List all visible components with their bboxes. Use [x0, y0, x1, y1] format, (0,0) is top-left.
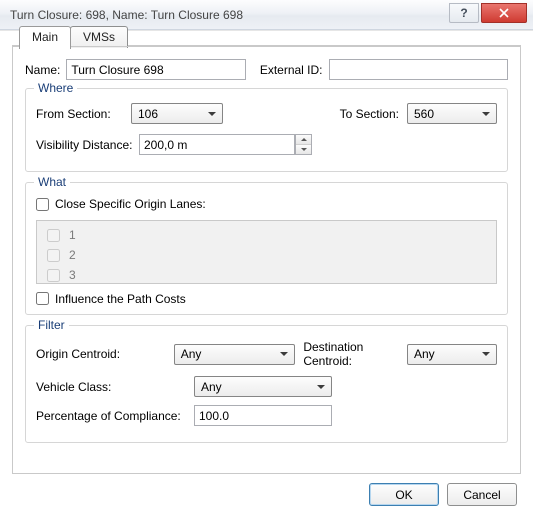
- chevron-down-icon: [204, 105, 220, 122]
- where-row-sections: From Section: 106 To Section: 560: [36, 103, 497, 124]
- percentage-compliance-label: Percentage of Compliance:: [36, 409, 194, 423]
- vehicle-class-label: Vehicle Class:: [36, 380, 194, 394]
- lane-item: 2: [43, 246, 490, 265]
- chevron-down-icon: [313, 378, 329, 395]
- influence-path-costs-label: Influence the Path Costs: [55, 292, 186, 306]
- lane-item: 3: [43, 266, 490, 285]
- cancel-label: Cancel: [463, 488, 500, 502]
- origin-centroid-select[interactable]: Any: [174, 344, 296, 365]
- name-label: Name:: [25, 63, 60, 77]
- external-id-input[interactable]: [329, 59, 508, 80]
- help-button[interactable]: ?: [449, 3, 479, 23]
- percentage-compliance-input[interactable]: [194, 405, 332, 426]
- from-section-label: From Section:: [36, 107, 131, 121]
- filter-legend: Filter: [34, 318, 69, 332]
- tab-label: VMSs: [83, 30, 115, 44]
- external-id-label: External ID:: [260, 63, 323, 77]
- close-icon: [499, 8, 509, 18]
- tab-strip: Main VMSs: [19, 26, 127, 48]
- destination-centroid-select[interactable]: Any: [407, 344, 497, 365]
- client-area: Main VMSs Name: External ID: Where From …: [0, 30, 533, 518]
- what-group: What Close Specific Origin Lanes: 1 2: [25, 182, 508, 315]
- lane-list: 1 2 3: [36, 220, 497, 284]
- destination-centroid-label: Destination Centroid:: [303, 340, 401, 368]
- name-input[interactable]: [66, 59, 245, 80]
- lane-label: 2: [69, 248, 76, 262]
- vehicle-class-select[interactable]: Any: [194, 376, 332, 397]
- name-row: Name: External ID:: [25, 59, 508, 80]
- close-lanes-label: Close Specific Origin Lanes:: [55, 197, 206, 211]
- tab-main[interactable]: Main: [19, 26, 71, 49]
- tab-panel-main: Name: External ID: Where From Section: 1…: [13, 46, 520, 473]
- from-section-select[interactable]: 106: [131, 103, 223, 124]
- to-section-label: To Section:: [340, 107, 399, 121]
- visibility-distance-input[interactable]: [139, 134, 295, 155]
- lane-1-checkbox: [47, 229, 60, 242]
- ok-button[interactable]: OK: [369, 483, 439, 506]
- ok-label: OK: [395, 488, 412, 502]
- lane-3-checkbox: [47, 269, 60, 282]
- tab-container: Main VMSs Name: External ID: Where From …: [12, 45, 521, 474]
- visibility-row: Visibility Distance:: [36, 134, 497, 155]
- spin-down-button[interactable]: [296, 145, 311, 154]
- lane-label: 3: [69, 268, 76, 282]
- where-legend: Where: [34, 81, 77, 95]
- to-section-value: 560: [414, 107, 434, 121]
- filter-group: Filter Origin Centroid: Any Destination …: [25, 325, 508, 443]
- close-lanes-input[interactable]: [36, 198, 49, 211]
- visibility-distance-spin: [139, 134, 312, 155]
- close-lanes-checkbox[interactable]: Close Specific Origin Lanes:: [36, 197, 206, 211]
- chevron-down-icon: [478, 105, 494, 122]
- tab-vmss[interactable]: VMSs: [70, 26, 128, 48]
- lane-item: 1: [43, 226, 490, 245]
- from-section-value: 106: [138, 107, 158, 121]
- lane-label: 1: [69, 228, 76, 242]
- window-title: Turn Closure: 698, Name: Turn Closure 69…: [10, 7, 449, 22]
- spin-up-button[interactable]: [296, 135, 311, 145]
- visibility-distance-label: Visibility Distance:: [36, 138, 131, 152]
- titlebar-buttons: ?: [449, 3, 533, 25]
- what-legend: What: [34, 175, 70, 189]
- vehicle-class-value: Any: [201, 380, 222, 394]
- destination-centroid-value: Any: [414, 347, 435, 361]
- percentage-compliance-row: Percentage of Compliance:: [36, 405, 497, 426]
- vehicle-class-row: Vehicle Class: Any: [36, 376, 497, 397]
- origin-centroid-row: Origin Centroid: Any Destination Centroi…: [36, 340, 497, 368]
- dialog-buttons: OK Cancel: [369, 483, 517, 506]
- lane-2-checkbox: [47, 249, 60, 262]
- chevron-down-icon: [478, 346, 494, 363]
- chevron-down-icon: [276, 346, 292, 363]
- to-section-select[interactable]: 560: [407, 103, 497, 124]
- spin-buttons: [295, 134, 312, 155]
- cancel-button[interactable]: Cancel: [447, 483, 517, 506]
- where-group: Where From Section: 106 To Section: 560: [25, 88, 508, 172]
- influence-path-costs-checkbox[interactable]: Influence the Path Costs: [36, 292, 186, 306]
- help-icon: ?: [460, 6, 467, 20]
- influence-path-costs-input[interactable]: [36, 292, 49, 305]
- origin-centroid-value: Any: [181, 347, 202, 361]
- origin-centroid-label: Origin Centroid:: [36, 347, 174, 361]
- tab-label: Main: [32, 30, 58, 44]
- close-button[interactable]: [481, 3, 527, 23]
